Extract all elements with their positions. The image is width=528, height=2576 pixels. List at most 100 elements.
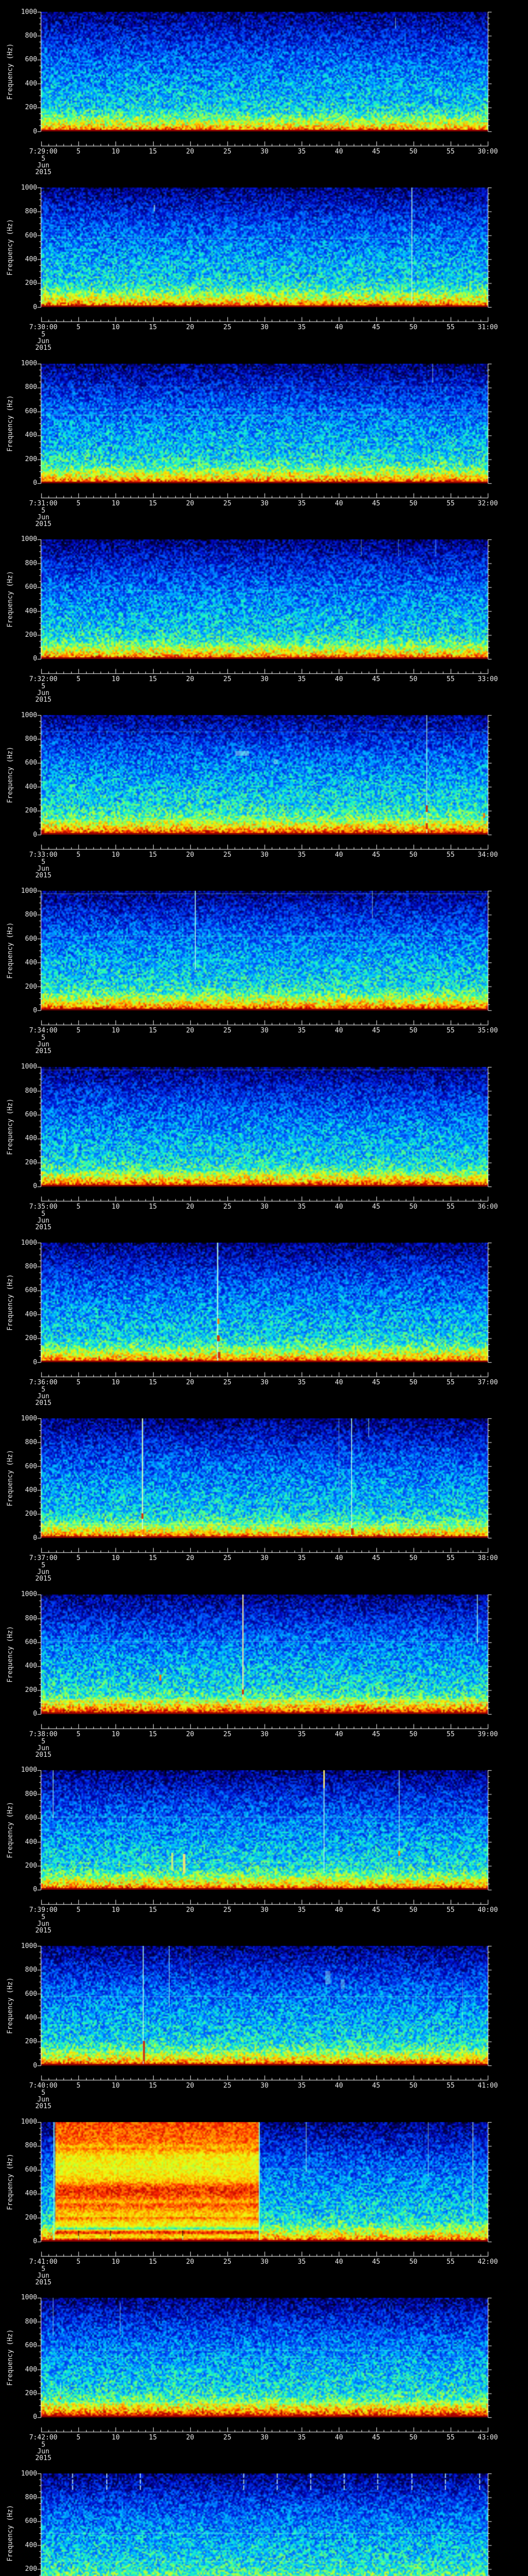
x-tick-label: 55 [447, 499, 455, 507]
x-tick-label: 45 [372, 2433, 381, 2442]
x-tick-label: 45 [372, 324, 381, 332]
x-tick-label: 45 [372, 2082, 381, 2090]
y-axis-title: Frequency (Hz) [6, 219, 14, 276]
y-tick-label: 600 [25, 1814, 37, 1822]
x-tick-label: 10 [111, 1202, 120, 1211]
y-axis-title: Frequency (Hz) [6, 747, 14, 803]
x-tick-label: 20 [186, 2082, 194, 2090]
y-tick-label: 0 [33, 655, 37, 663]
date-label: 2015 [35, 1399, 52, 1407]
x-tick-label: 20 [186, 1906, 194, 1914]
y-tick-label: 200 [25, 807, 37, 815]
x-tick-label: 30 [260, 499, 269, 507]
y-tick-label: 600 [25, 1638, 37, 1646]
y-tick-label: 0 [33, 1182, 37, 1191]
spectrogram-panel: Frequency (Hz) 0 200 400 600 800 1000 7:37:00 5… [0, 1406, 528, 1583]
x-tick-label: 10 [111, 148, 120, 156]
y-tick-label: 400 [25, 2365, 37, 2374]
y-axis-title: Frequency (Hz) [6, 2329, 14, 2386]
x-end-time-label: 31:00 [477, 324, 498, 332]
spectrogram-panel: Frequency (Hz) 0 200 400 600 800 1000 7:40:00 5… [0, 1934, 528, 2110]
spectrogram-canvas [0, 2462, 528, 2576]
x-tick-label: 10 [111, 2082, 120, 2090]
x-tick-label: 50 [409, 2082, 418, 2090]
x-tick-label: 5 [76, 1906, 81, 1914]
spectrogram-panel: Frequency (Hz) 0 200 400 600 800 1000 7:30:00 5… [0, 176, 528, 352]
date-label: 2015 [35, 344, 52, 352]
date-label: 2015 [35, 872, 52, 879]
y-tick-label: 1000 [21, 711, 37, 719]
y-tick-label: 600 [25, 1286, 37, 1295]
y-tick-label: 800 [25, 1614, 37, 1622]
y-tick-label: 1000 [21, 1063, 37, 1071]
y-tick-label: 1000 [21, 2118, 37, 2126]
y-tick-label: 1000 [21, 1414, 37, 1422]
x-tick-label: 50 [409, 675, 418, 683]
x-tick-label: 15 [148, 2258, 157, 2266]
x-tick-label: 30 [260, 1202, 269, 1211]
x-tick-label: 30 [260, 2082, 269, 2090]
x-tick-label: 10 [111, 675, 120, 683]
x-tick-label: 45 [372, 851, 381, 859]
y-tick-label: 1000 [21, 1942, 37, 1950]
date-label: 2015 [35, 2278, 52, 2286]
y-tick-label: 1000 [21, 887, 37, 895]
x-tick-label: 5 [76, 1554, 81, 1563]
y-tick-label: 0 [33, 2238, 37, 2246]
y-tick-label: 600 [25, 2517, 37, 2526]
date-label: 2015 [35, 520, 52, 528]
y-axis-title: Frequency (Hz) [6, 1802, 14, 1858]
x-tick-label: 55 [447, 1202, 455, 1211]
x-tick-label: 55 [447, 675, 455, 683]
x-tick-label: 15 [148, 1730, 157, 1738]
x-tick-label: 10 [111, 2433, 120, 2442]
x-tick-label: 20 [186, 148, 194, 156]
y-tick-label: 600 [25, 231, 37, 240]
x-tick-label: 30 [260, 148, 269, 156]
y-axis-title: Frequency (Hz) [6, 571, 14, 628]
date-label: 2015 [35, 1926, 52, 1935]
y-tick-label: 800 [25, 2142, 37, 2150]
date-label: 2015 [35, 2454, 52, 2462]
x-tick-label: 10 [111, 1730, 120, 1738]
y-tick-label: 1000 [21, 1239, 37, 1247]
y-tick-label: 0 [33, 2413, 37, 2421]
x-start-time-label: 7:29:00 [29, 148, 58, 156]
x-tick-label: 15 [148, 1906, 157, 1914]
y-tick-label: 400 [25, 607, 37, 615]
x-tick-label: 25 [223, 2082, 232, 2090]
y-axis-title: Frequency (Hz) [6, 43, 14, 100]
x-tick-label: 35 [298, 1027, 306, 1035]
y-tick-label: 800 [25, 208, 37, 216]
y-tick-label: 800 [25, 1966, 37, 1974]
date-label: 2015 [35, 168, 52, 176]
y-tick-label: 400 [25, 959, 37, 967]
x-tick-label: 15 [148, 1027, 157, 1035]
x-tick-label: 55 [447, 851, 455, 859]
y-tick-label: 600 [25, 407, 37, 415]
y-tick-label: 800 [25, 31, 37, 40]
spectrogram-panel: Frequency (Hz) 0 200 400 600 800 1000 7:31:00 5… [0, 351, 528, 528]
y-tick-label: 1000 [21, 360, 37, 368]
x-tick-label: 55 [447, 324, 455, 332]
x-tick-label: 45 [372, 499, 381, 507]
y-tick-label: 200 [25, 1862, 37, 1870]
x-tick-label: 40 [335, 851, 343, 859]
x-tick-label: 5 [76, 1027, 81, 1035]
x-tick-label: 10 [111, 1379, 120, 1387]
y-tick-label: 0 [33, 831, 37, 839]
y-tick-label: 400 [25, 1662, 37, 1670]
x-tick-label: 55 [447, 1906, 455, 1914]
spectrogram-panel: Frequency (Hz) 0 200 400 600 800 1000 7:36:00 5… [0, 1231, 528, 1407]
y-tick-label: 800 [25, 911, 37, 919]
x-tick-label: 25 [223, 1730, 232, 1738]
y-tick-label: 0 [33, 1886, 37, 1894]
y-tick-label: 0 [33, 1006, 37, 1014]
x-end-time-label: 42:00 [477, 2258, 498, 2266]
y-tick-label: 200 [25, 2213, 37, 2222]
x-tick-label: 40 [335, 1379, 343, 1387]
spectrogram-panel: Frequency (Hz) 0 200 400 600 800 1000 7:35:00 5… [0, 1055, 528, 1231]
x-tick-label: 20 [186, 1202, 194, 1211]
x-end-time-label: 41:00 [477, 2082, 498, 2090]
x-tick-label: 50 [409, 2258, 418, 2266]
